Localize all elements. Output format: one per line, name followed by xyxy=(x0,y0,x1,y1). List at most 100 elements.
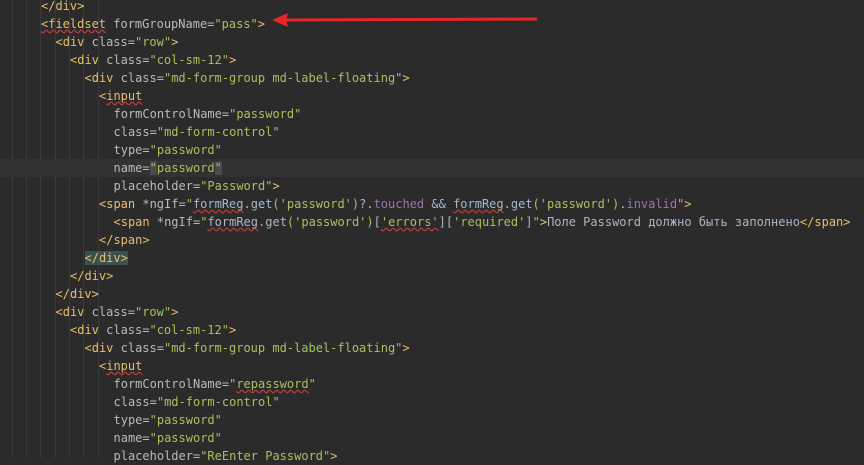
code-token: > xyxy=(257,17,265,31)
code-token: <span xyxy=(113,215,150,229)
code-token: class= xyxy=(84,305,135,319)
code-token: *ngIf= xyxy=(135,197,186,211)
code-token: "Password" xyxy=(200,179,273,193)
code-token: "password" xyxy=(229,107,302,121)
code-line[interactable]: placeholder="ReEnter Password"> xyxy=(0,447,864,465)
code-token: > xyxy=(228,323,237,337)
code-token: > xyxy=(171,35,179,49)
red-arrow-icon xyxy=(272,13,538,27)
code-token: class= xyxy=(113,71,164,85)
code-token: </div> xyxy=(55,287,99,301)
code-token: formControlName= xyxy=(113,107,230,121)
code-line[interactable]: name="password" xyxy=(0,159,864,177)
code-token: Поле Password должно быть заполнено xyxy=(547,215,800,229)
code-token: class= xyxy=(113,341,164,355)
code-token: formReg xyxy=(192,197,244,211)
code-token: > xyxy=(228,53,237,67)
code-line[interactable]: </div> xyxy=(0,267,864,285)
code-token: "md-form-group md-label-floating" xyxy=(163,341,403,355)
code-token: "col-sm-12" xyxy=(149,323,229,337)
code-token: ?. xyxy=(359,197,374,211)
code-token: </div> xyxy=(70,269,114,283)
code-token: class= xyxy=(98,323,150,337)
code-token: formReg xyxy=(453,197,504,211)
code-token: *ngIf= xyxy=(149,215,201,229)
code-line[interactable]: <div class="col-sm-12"> xyxy=(0,51,864,69)
code-line[interactable]: name="password" xyxy=(0,429,864,447)
code-token: <div xyxy=(84,71,114,85)
code-token: > xyxy=(684,197,692,211)
code-token: .get xyxy=(503,197,533,211)
code-line[interactable]: <span *ngIf= " formReg.get('password')['er… xyxy=(0,213,864,231)
code-token: "md-form-control" xyxy=(156,395,280,409)
code-token: class= xyxy=(98,53,150,67)
code-line[interactable]: <span *ngIf="formReg.get('password')?.to… xyxy=(0,195,864,213)
code-line[interactable]: <input xyxy=(0,87,864,105)
code-token: "row" xyxy=(134,305,172,319)
code-line[interactable]: </div> xyxy=(0,285,864,303)
code-editor[interactable]: </div> <fieldset formGroupName="pass"> <di… xyxy=(0,0,864,463)
code-token: [ xyxy=(373,215,381,229)
code-line[interactable]: <input xyxy=(0,357,864,375)
code-token: invalid xyxy=(626,197,678,211)
code-token: " xyxy=(214,161,222,175)
code-token: && xyxy=(424,197,454,211)
code-token: 'errors' xyxy=(380,215,439,229)
code-token: "md-form-control" xyxy=(156,125,280,139)
code-token: class= xyxy=(113,125,157,139)
code-token: > xyxy=(330,449,338,463)
code-line[interactable]: <div class="md-form-group md-label-float… xyxy=(0,339,864,357)
code-token: placeholder= xyxy=(113,179,201,193)
code-line[interactable]: type="password" xyxy=(0,411,864,429)
code-token: </div> xyxy=(41,0,85,13)
code-token: </span> xyxy=(99,233,150,247)
code-line[interactable]: <div class="row"> xyxy=(0,303,864,321)
code-token: ('password') xyxy=(286,215,374,229)
code-token: repassword xyxy=(236,377,309,391)
code-token: placeholder= xyxy=(113,449,201,463)
code-line[interactable]: <div class="row"> xyxy=(0,33,864,51)
code-token: ('password') xyxy=(272,197,360,211)
code-token: ] xyxy=(525,215,533,229)
code-token: .get xyxy=(243,197,273,211)
code-token: > xyxy=(272,179,280,193)
code-token: "password" xyxy=(149,413,222,427)
code-token: "password" xyxy=(149,431,222,445)
code-token: type= xyxy=(113,143,150,157)
code-token: 'required' xyxy=(453,215,526,229)
code-token: > xyxy=(539,215,548,229)
code-line[interactable]: formControlName="password" xyxy=(0,105,864,123)
code-token: </span> xyxy=(799,215,851,229)
code-token: name= xyxy=(113,431,150,445)
code-token: formReg xyxy=(207,215,259,229)
code-token: class= xyxy=(113,395,157,409)
code-token: formGroupName= xyxy=(106,17,215,31)
code-token: class= xyxy=(84,35,135,49)
code-token: ][ xyxy=(438,215,454,229)
code-token: " xyxy=(532,215,540,229)
code-line[interactable]: </span> xyxy=(0,231,864,249)
code-token: <div xyxy=(70,323,99,337)
code-line[interactable]: </div> xyxy=(0,249,864,267)
code-line[interactable]: class="md-form-control" xyxy=(0,123,864,141)
code-line[interactable]: <div class="md-form-group md-label-float… xyxy=(0,69,864,87)
code-token: <span xyxy=(99,197,136,211)
code-token: "password" xyxy=(149,143,222,157)
code-line[interactable]: class="md-form-control" xyxy=(0,393,864,411)
code-token: <div xyxy=(55,35,85,49)
code-token: <div xyxy=(84,341,114,355)
code-token: input xyxy=(106,89,143,103)
code-token: "md-form-group md-label-floating" xyxy=(163,71,403,85)
code-token: type= xyxy=(113,413,150,427)
code-line[interactable]: placeholder="Password"> xyxy=(0,177,864,195)
code-token: "pass" xyxy=(214,17,258,31)
code-line[interactable]: formControlName="repassword" xyxy=(0,375,864,393)
code-token: " xyxy=(149,161,157,175)
code-token: > xyxy=(171,305,179,319)
code-token: <div xyxy=(70,53,99,67)
code-line[interactable]: type="password" xyxy=(0,141,864,159)
code-token: password xyxy=(156,161,215,175)
code-line[interactable]: <div class="col-sm-12"> xyxy=(0,321,864,339)
code-token: input xyxy=(106,359,143,373)
code-token: formControlName= xyxy=(113,377,230,391)
